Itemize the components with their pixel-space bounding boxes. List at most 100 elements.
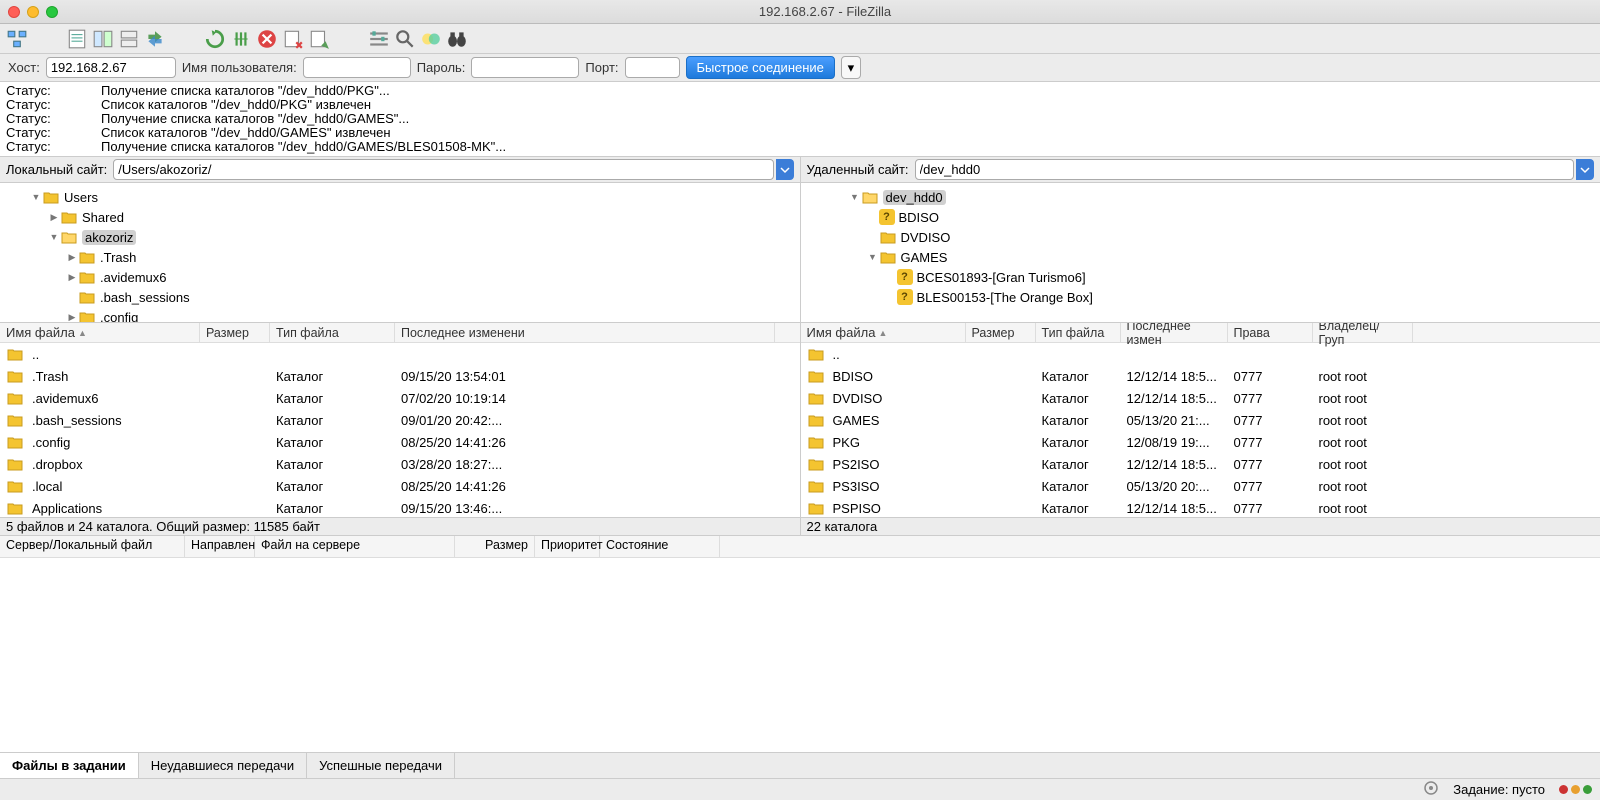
unknown-folder-icon: ? xyxy=(897,289,913,305)
file-row[interactable]: PSPISOКаталог12/12/14 18:5...0777root ro… xyxy=(801,497,1600,517)
folder-icon xyxy=(879,250,897,264)
local-status: 5 файлов и 24 каталога. Общий размер: 11… xyxy=(0,518,801,535)
toggle-tree-icon[interactable] xyxy=(92,28,114,50)
folder-icon xyxy=(6,347,24,361)
tree-item[interactable]: ▶Shared xyxy=(0,207,800,227)
disconnect-icon[interactable] xyxy=(282,28,304,50)
local-site-label: Локальный сайт: xyxy=(6,162,107,177)
tree-item[interactable]: ▼Users xyxy=(0,187,800,207)
file-row[interactable]: .. xyxy=(0,343,800,365)
folder-icon xyxy=(60,210,78,224)
sort-asc-icon: ▲ xyxy=(78,328,87,338)
file-row[interactable]: .localКаталог08/25/20 14:41:26 xyxy=(0,475,800,497)
folder-icon xyxy=(807,457,825,471)
refresh-icon[interactable] xyxy=(204,28,226,50)
transfer-tabs: Файлы в задании Неудавшиеся передачи Усп… xyxy=(0,752,1600,778)
folder-icon xyxy=(807,501,825,515)
sync-browse-icon[interactable] xyxy=(144,28,166,50)
file-row[interactable]: .bash_sessionsКаталог09/01/20 20:42:... xyxy=(0,409,800,431)
quickconnect-bar: Хост: Имя пользователя: Пароль: Порт: Бы… xyxy=(0,54,1600,82)
file-row[interactable]: PKGКаталог12/08/19 19:...0777root root xyxy=(801,431,1600,453)
minimize-window-button[interactable] xyxy=(27,6,39,18)
tree-item[interactable]: ▼dev_hdd0 xyxy=(801,187,1600,207)
tree-item[interactable]: ▶.config xyxy=(0,307,800,322)
window-titlebar: 192.168.2.67 - FileZilla xyxy=(0,0,1600,24)
username-input[interactable] xyxy=(303,57,411,78)
local-filelist[interactable]: Имя файла▲ Размер Тип файла Последнее из… xyxy=(0,323,801,517)
tree-item[interactable]: ▶.Trash xyxy=(0,247,800,267)
toggle-queue-icon[interactable] xyxy=(118,28,140,50)
remote-site-bar: Удаленный сайт: xyxy=(801,157,1600,182)
queue-list[interactable] xyxy=(0,558,1600,752)
binoculars-icon[interactable] xyxy=(446,28,468,50)
quickconnect-dropdown[interactable]: ▾ xyxy=(841,56,861,79)
file-row[interactable]: .. xyxy=(801,343,1600,365)
local-tree[interactable]: ▼Users▶Shared▼akozoriz▶.Trash▶.avidemux6… xyxy=(0,183,801,322)
tree-item[interactable]: ?BLES00153-[The Orange Box] xyxy=(801,287,1600,307)
local-site-input[interactable] xyxy=(113,159,773,180)
compare-icon[interactable] xyxy=(420,28,442,50)
tree-item[interactable]: ?BDISO xyxy=(801,207,1600,227)
folder-icon xyxy=(6,457,24,471)
tree-item[interactable]: ▼akozoriz xyxy=(0,227,800,247)
folder-icon xyxy=(60,230,78,244)
host-input[interactable] xyxy=(46,57,176,78)
tab-failed[interactable]: Неудавшиеся передачи xyxy=(139,753,307,778)
file-row[interactable]: DVDISOКаталог12/12/14 18:5...0777root ro… xyxy=(801,387,1600,409)
file-row[interactable]: .avidemux6Каталог07/02/20 10:19:14 xyxy=(0,387,800,409)
sitemanager-icon[interactable] xyxy=(6,28,28,50)
folder-icon xyxy=(807,479,825,493)
local-site-dropdown[interactable] xyxy=(776,159,794,180)
tree-item[interactable]: ▼GAMES xyxy=(801,247,1600,267)
file-row[interactable]: PS2ISOКаталог12/12/14 18:5...0777root ro… xyxy=(801,453,1600,475)
tree-item[interactable]: DVDISO xyxy=(801,227,1600,247)
file-row[interactable]: ApplicationsКаталог09/15/20 13:46:... xyxy=(0,497,800,517)
remote-tree[interactable]: ▼dev_hdd0?BDISODVDISO▼GAMES?BCES01893-[G… xyxy=(801,183,1600,322)
folder-icon xyxy=(6,435,24,449)
unknown-folder-icon: ? xyxy=(879,209,895,225)
folder-icon xyxy=(42,190,60,204)
process-queue-icon[interactable] xyxy=(230,28,252,50)
filter-icon[interactable] xyxy=(368,28,390,50)
remote-filelist-header[interactable]: Имя файла▲ Размер Тип файла Последнее из… xyxy=(801,323,1600,343)
remote-site-dropdown[interactable] xyxy=(1576,159,1594,180)
sort-asc-icon: ▲ xyxy=(878,328,887,338)
quickconnect-button[interactable]: Быстрое соединение xyxy=(686,56,835,79)
file-row[interactable]: .dropboxКаталог03/28/20 18:27:... xyxy=(0,453,800,475)
folder-icon xyxy=(78,310,96,322)
port-input[interactable] xyxy=(625,57,680,78)
queue-header[interactable]: Сервер/Локальный файл Направлен Файл на … xyxy=(0,536,1600,558)
local-filelist-header[interactable]: Имя файла▲ Размер Тип файла Последнее из… xyxy=(0,323,800,343)
remote-filelist[interactable]: Имя файла▲ Размер Тип файла Последнее из… xyxy=(801,323,1600,517)
file-row[interactable]: BDISOКаталог12/12/14 18:5...0777root roo… xyxy=(801,365,1600,387)
tab-queued[interactable]: Файлы в задании xyxy=(0,753,139,778)
folder-icon xyxy=(807,413,825,427)
file-row[interactable]: GAMESКаталог05/13/20 21:...0777root root xyxy=(801,409,1600,431)
folder-icon xyxy=(807,369,825,383)
toggle-log-icon[interactable] xyxy=(66,28,88,50)
close-window-button[interactable] xyxy=(8,6,20,18)
tree-item[interactable]: ?BCES01893-[Gran Turismo6] xyxy=(801,267,1600,287)
main-toolbar xyxy=(0,24,1600,54)
cancel-icon[interactable] xyxy=(256,28,278,50)
remote-site-input[interactable] xyxy=(915,159,1574,180)
folder-icon xyxy=(807,347,825,361)
tree-item[interactable]: ▶.avidemux6 xyxy=(0,267,800,287)
folder-icon xyxy=(78,270,96,284)
file-row[interactable]: .TrashКаталог09/15/20 13:54:01 xyxy=(0,365,800,387)
reconnect-icon[interactable] xyxy=(308,28,330,50)
maximize-window-button[interactable] xyxy=(46,6,58,18)
password-label: Пароль: xyxy=(417,60,466,75)
tab-success[interactable]: Успешные передачи xyxy=(307,753,455,778)
file-row[interactable]: .configКаталог08/25/20 14:41:26 xyxy=(0,431,800,453)
window-title: 192.168.2.67 - FileZilla xyxy=(58,4,1592,19)
host-label: Хост: xyxy=(8,60,40,75)
folder-icon xyxy=(6,391,24,405)
file-row[interactable]: PS3ISOКаталог05/13/20 20:...0777root roo… xyxy=(801,475,1600,497)
queue-indicator-icon[interactable] xyxy=(1423,780,1439,799)
remote-status: 22 каталога xyxy=(801,518,1600,535)
password-input[interactable] xyxy=(471,57,579,78)
tree-item[interactable]: .bash_sessions xyxy=(0,287,800,307)
username-label: Имя пользователя: xyxy=(182,60,297,75)
search-icon[interactable] xyxy=(394,28,416,50)
